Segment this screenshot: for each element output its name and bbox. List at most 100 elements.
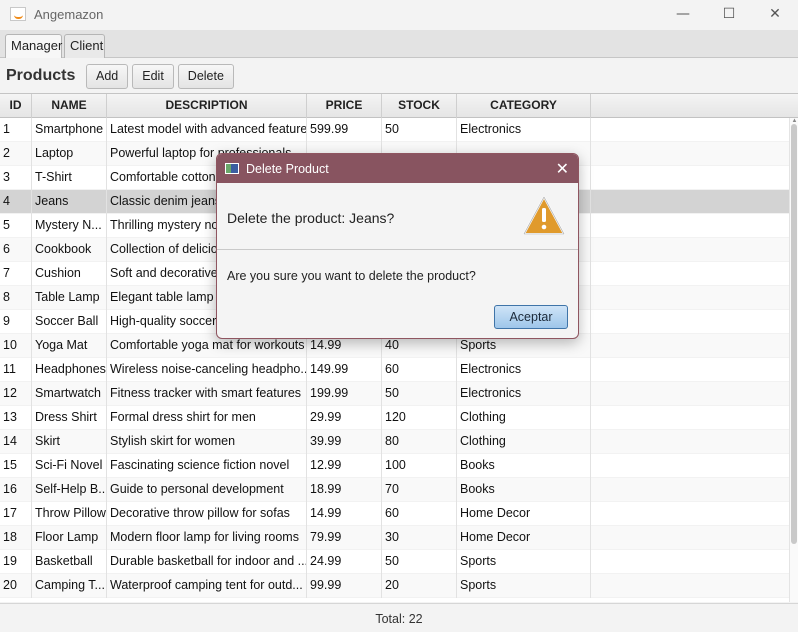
cell-description: Stylish skirt for women [107, 430, 307, 454]
cell-filler [591, 550, 789, 574]
window-title: Angemazon [34, 6, 104, 22]
cell-id: 8 [0, 286, 32, 310]
aceptar-button[interactable]: Aceptar [494, 305, 568, 329]
amazon-logo-icon [10, 7, 26, 21]
column-header-category[interactable]: CATEGORY [457, 94, 591, 118]
cell-price: 14.99 [307, 502, 382, 526]
cell-price: 39.99 [307, 430, 382, 454]
cell-id: 9 [0, 310, 32, 334]
cell-stock: 120 [382, 406, 457, 430]
cell-name: Table Lamp [32, 286, 107, 310]
column-header-id[interactable]: ID [0, 94, 32, 118]
cell-category: Books [457, 478, 591, 502]
cell-filler [591, 310, 789, 334]
scroll-thumb[interactable] [791, 124, 797, 544]
cell-name: Basketball [32, 550, 107, 574]
delete-button[interactable]: Delete [177, 63, 234, 89]
cell-stock: 60 [382, 358, 457, 382]
cell-stock: 100 [382, 454, 457, 478]
cell-id: 3 [0, 166, 32, 190]
dialog-titlebar: Delete Product ✕ [217, 154, 578, 183]
dialog-content-text: Are you sure you want to delete the prod… [227, 269, 476, 283]
cell-price: 99.99 [307, 574, 382, 598]
dialog-header-text: Delete the product: Jeans? [227, 210, 395, 226]
cell-stock: 20 [382, 574, 457, 598]
table-row[interactable]: 14 Skirt Stylish skirt for women 39.99 80 Clo… [0, 430, 789, 454]
total-footer: Total: 22 [0, 603, 798, 632]
vertical-scrollbar[interactable]: ▲ [789, 118, 798, 602]
table-row[interactable]: 1 Smartphone Latest model with advanced fe… [0, 118, 789, 142]
cell-id: 17 [0, 502, 32, 526]
cell-price: 79.99 [307, 526, 382, 550]
cell-description: Fascinating science fiction novel [107, 454, 307, 478]
cell-stock: 70 [382, 478, 457, 502]
cell-id: 12 [0, 382, 32, 406]
cell-price: 199.99 [307, 382, 382, 406]
table-row[interactable]: 13 Dress Shirt Formal dress shirt for men 2… [0, 406, 789, 430]
cell-category: Clothing [457, 430, 591, 454]
cell-category: Sports [457, 550, 591, 574]
cell-description: Modern floor lamp for living rooms [107, 526, 307, 550]
cell-id: 16 [0, 478, 32, 502]
table-row[interactable]: 20 Camping T... Waterproof camping tent fo… [0, 574, 789, 598]
cell-category: Electronics [457, 382, 591, 406]
cell-description: Decorative throw pillow for sofas [107, 502, 307, 526]
add-button[interactable]: Add [86, 63, 129, 89]
cell-filler [591, 526, 789, 550]
cell-price: 12.99 [307, 454, 382, 478]
cell-category: Home Decor [457, 502, 591, 526]
warning-icon [523, 196, 565, 235]
table-row[interactable]: 17 Throw Pillow Decorative throw pillow fo… [0, 502, 789, 526]
cell-id: 14 [0, 430, 32, 454]
maximize-button[interactable]: ☐ [706, 0, 752, 28]
cell-filler [591, 118, 789, 142]
cell-stock: 80 [382, 430, 457, 454]
table-header: ID NAME DESCRIPTION PRICE STOCK CATEGORY [0, 94, 798, 118]
cell-name: Cookbook [32, 238, 107, 262]
table-row[interactable]: 15 Sci-Fi Novel Fascinating science fictio… [0, 454, 789, 478]
page-title: Products [6, 67, 76, 84]
cell-filler [591, 214, 789, 238]
cell-name: Smartphone [32, 118, 107, 142]
window-controls: — ☐ ✕ [660, 0, 798, 28]
close-button[interactable]: ✕ [752, 0, 798, 28]
table-row[interactable]: 19 Basketball Durable basketball for indoo… [0, 550, 789, 574]
cell-id: 1 [0, 118, 32, 142]
column-header-filler [591, 94, 789, 118]
cell-category: Electronics [457, 118, 591, 142]
dialog-close-icon[interactable]: ✕ [556, 159, 569, 178]
cell-category: Home Decor [457, 526, 591, 550]
tab-client[interactable]: Client [64, 34, 105, 58]
column-header-stock[interactable]: STOCK [382, 94, 457, 118]
cell-name: Floor Lamp [32, 526, 107, 550]
column-header-price[interactable]: PRICE [307, 94, 382, 118]
cell-name: Sci-Fi Novel [32, 454, 107, 478]
cell-price: 24.99 [307, 550, 382, 574]
cell-filler [591, 406, 789, 430]
cell-id: 19 [0, 550, 32, 574]
table-row[interactable]: 12 Smartwatch Fitness tracker with smart f… [0, 382, 789, 406]
cell-name: Camping T... [32, 574, 107, 598]
cell-id: 5 [0, 214, 32, 238]
column-header-name[interactable]: NAME [32, 94, 107, 118]
cell-name: T-Shirt [32, 166, 107, 190]
cell-category: Books [457, 454, 591, 478]
table-row[interactable]: 18 Floor Lamp Modern floor lamp for living… [0, 526, 789, 550]
cell-name: Smartwatch [32, 382, 107, 406]
cell-name: Mystery N... [32, 214, 107, 238]
table-row[interactable]: 11 Headphones Wireless noise-canceling hea… [0, 358, 789, 382]
cell-price: 149.99 [307, 358, 382, 382]
cell-id: 20 [0, 574, 32, 598]
cell-filler [591, 502, 789, 526]
java-app-icon [225, 163, 239, 174]
cell-stock: 30 [382, 526, 457, 550]
tab-manager[interactable]: Manager [5, 34, 62, 58]
column-header-description[interactable]: DESCRIPTION [107, 94, 307, 118]
table-row[interactable]: 16 Self-Help B... Guide to personal develo… [0, 478, 789, 502]
cell-stock: 50 [382, 550, 457, 574]
edit-button[interactable]: Edit [132, 63, 174, 89]
cell-stock: 50 [382, 118, 457, 142]
minimize-button[interactable]: — [660, 0, 706, 28]
products-toolbar: Products Add Edit Delete [0, 59, 798, 93]
cell-name: Dress Shirt [32, 406, 107, 430]
